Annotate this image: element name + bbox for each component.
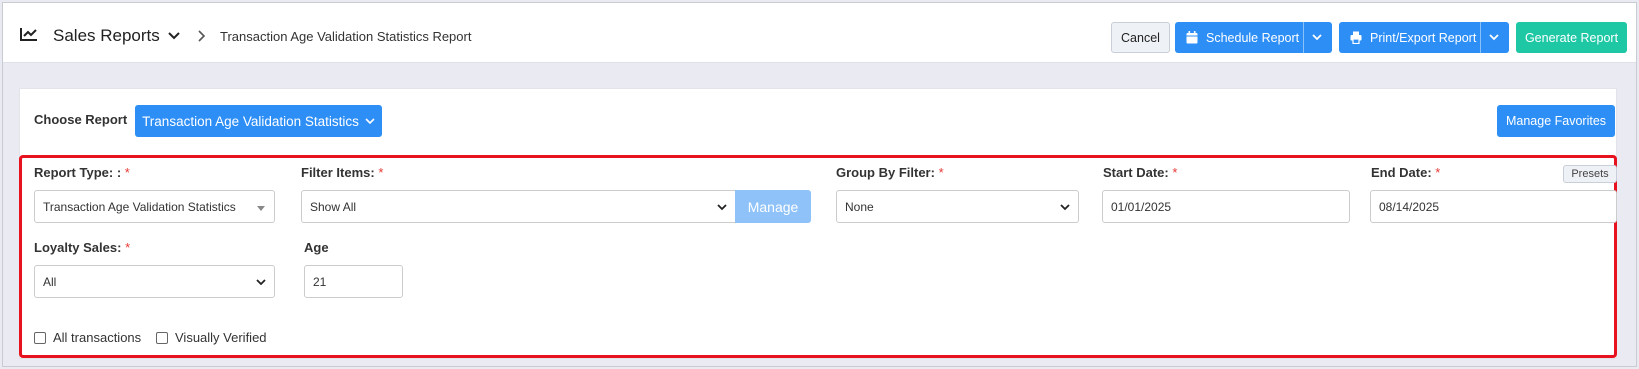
calendar-icon <box>1186 31 1198 44</box>
group-by-label-text: Group By Filter: <box>836 165 935 180</box>
report-type-label: Report Type: : * <box>34 165 130 180</box>
filter-panel <box>19 155 1617 358</box>
all-transactions-checkbox[interactable]: All transactions <box>34 330 141 345</box>
chevron-down-icon[interactable] <box>1489 34 1499 41</box>
report-type-select[interactable]: Transaction Age Validation Statistics <box>34 190 275 223</box>
report-type-label-text: Report Type: : <box>34 165 122 180</box>
visually-verified-checkbox[interactable]: Visually Verified <box>156 330 267 345</box>
chevron-down-icon <box>717 204 727 211</box>
chevron-down-icon <box>1060 204 1070 211</box>
presets-button[interactable]: Presets <box>1563 165 1617 183</box>
chevron-down-icon <box>256 279 266 286</box>
all-transactions-label: All transactions <box>53 330 142 345</box>
schedule-report-button[interactable]: Schedule Report <box>1175 22 1332 53</box>
page-title: Transaction Age Validation Statistics Re… <box>220 29 472 44</box>
age-value: 21 <box>313 274 327 289</box>
choose-report-dropdown[interactable]: Transaction Age Validation Statistics <box>135 105 382 137</box>
group-by-label: Group By Filter: * <box>836 165 944 180</box>
dropdown-triangle-icon <box>257 206 265 211</box>
group-by-value: None <box>845 199 874 214</box>
filter-items-value: Show All <box>310 199 357 214</box>
schedule-report-label: Schedule Report <box>1206 30 1300 45</box>
loyalty-sales-label-text: Loyalty Sales: <box>34 240 122 255</box>
chevron-right-icon <box>198 30 206 42</box>
visually-verified-label: Visually Verified <box>175 330 267 345</box>
printer-icon <box>1350 31 1362 44</box>
cancel-button[interactable]: Cancel <box>1111 22 1170 53</box>
choose-report-label: Choose Report <box>34 112 128 127</box>
end-date-value: 08/14/2025 <box>1379 199 1440 214</box>
print-export-report-button[interactable]: Print/Export Report <box>1339 22 1509 53</box>
choose-report-value: Transaction Age Validation Statistics <box>142 113 359 129</box>
age-label: Age <box>304 240 329 255</box>
filter-items-label-text: Filter Items: <box>301 165 375 180</box>
required-marker: * <box>124 165 130 180</box>
print-export-label: Print/Export Report <box>1370 30 1477 45</box>
required-marker: * <box>378 165 384 180</box>
end-date-input[interactable]: 08/14/2025 <box>1370 190 1617 223</box>
section-title[interactable]: Sales Reports <box>53 26 160 46</box>
chevron-down-icon[interactable] <box>168 31 180 41</box>
button-divider <box>1303 22 1304 53</box>
button-divider <box>1480 22 1481 53</box>
loyalty-sales-select[interactable]: All <box>34 265 275 298</box>
group-by-select[interactable]: None <box>836 190 1079 223</box>
filter-items-select[interactable]: Show All <box>301 190 736 223</box>
age-input[interactable]: 21 <box>304 265 403 298</box>
required-marker: * <box>1435 165 1441 180</box>
chevron-down-icon[interactable] <box>1312 34 1322 41</box>
end-date-label-text: End Date: <box>1371 165 1432 180</box>
checkbox-box[interactable] <box>34 331 46 344</box>
checkbox-box[interactable] <box>156 331 168 344</box>
end-date-label: End Date: * <box>1371 165 1440 180</box>
report-type-value: Transaction Age Validation Statistics <box>43 199 236 214</box>
start-date-label-text: Start Date: <box>1103 165 1169 180</box>
manage-favorites-button[interactable]: Manage Favorites <box>1497 105 1615 137</box>
start-date-value: 01/01/2025 <box>1111 199 1172 214</box>
required-marker: * <box>125 240 131 255</box>
filter-items-label: Filter Items: * <box>301 165 383 180</box>
manage-filter-items-button[interactable]: Manage <box>735 190 811 223</box>
required-marker: * <box>938 165 944 180</box>
line-chart-icon <box>20 28 37 41</box>
chevron-down-icon <box>365 117 375 124</box>
loyalty-sales-value: All <box>43 274 57 289</box>
required-marker: * <box>1172 165 1178 180</box>
generate-report-button[interactable]: Generate Report <box>1516 22 1627 53</box>
loyalty-sales-label: Loyalty Sales: * <box>34 240 130 255</box>
start-date-input[interactable]: 01/01/2025 <box>1102 190 1350 223</box>
start-date-label: Start Date: * <box>1103 165 1177 180</box>
